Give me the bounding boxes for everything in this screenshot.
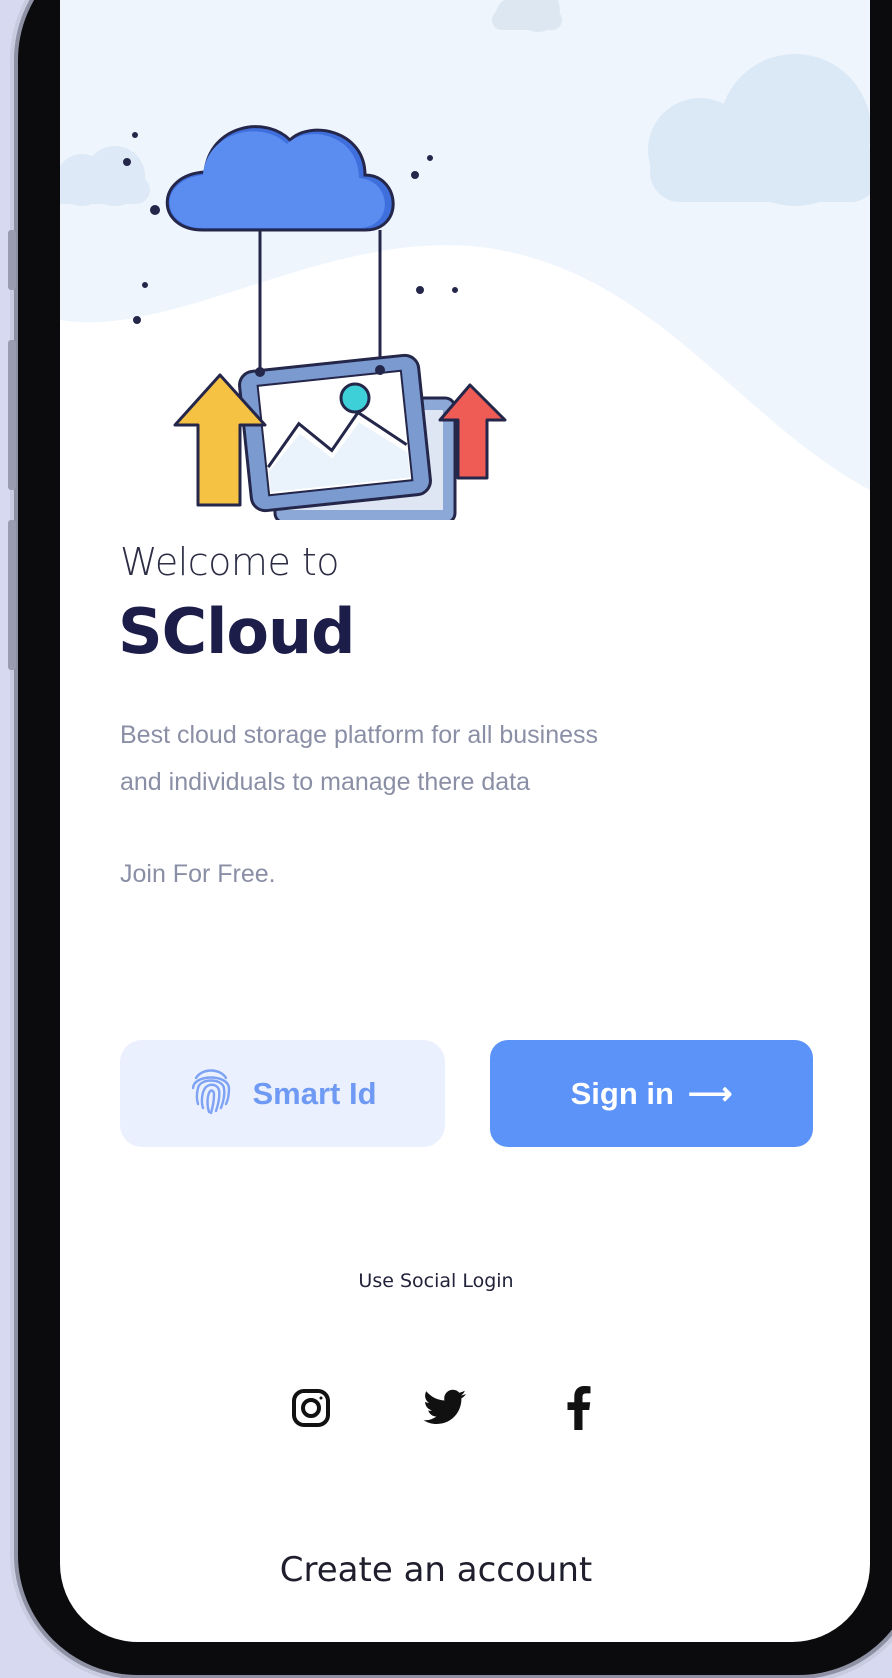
phone-side-button: [8, 520, 16, 670]
smart-id-button[interactable]: Smart Id: [120, 1040, 445, 1147]
stacked-frames: [238, 353, 457, 520]
cloud-upload-illustration: [123, 125, 507, 520]
social-login-row: [285, 1378, 605, 1438]
sign-in-label: Sign in: [570, 1075, 674, 1111]
create-account-link[interactable]: Create an account: [60, 1550, 812, 1590]
join-free-text: Join For Free.: [120, 860, 276, 888]
sign-in-button[interactable]: Sign in ⟶: [490, 1040, 813, 1147]
phone-side-button: [8, 230, 16, 290]
welcome-heading: Welcome to: [120, 540, 340, 584]
cloud-icon: [165, 125, 395, 232]
brand-title: SCloud: [118, 595, 356, 668]
instagram-icon[interactable]: [285, 1382, 337, 1434]
facebook-icon[interactable]: [553, 1382, 605, 1434]
phone-side-button: [8, 340, 16, 490]
app-screen: Welcome to SCloud Best cloud storage pla…: [60, 0, 870, 1642]
arrow-right-icon: ⟶: [687, 1075, 733, 1111]
smart-id-label: Smart Id: [252, 1075, 377, 1111]
description-text: Best cloud storage platform for all busi…: [120, 721, 599, 796]
twitter-icon[interactable]: [419, 1382, 471, 1434]
cloud-shape-top: [492, 0, 562, 32]
social-login-title: Use Social Login: [358, 1270, 514, 1292]
fingerprint-icon: [188, 1064, 234, 1124]
